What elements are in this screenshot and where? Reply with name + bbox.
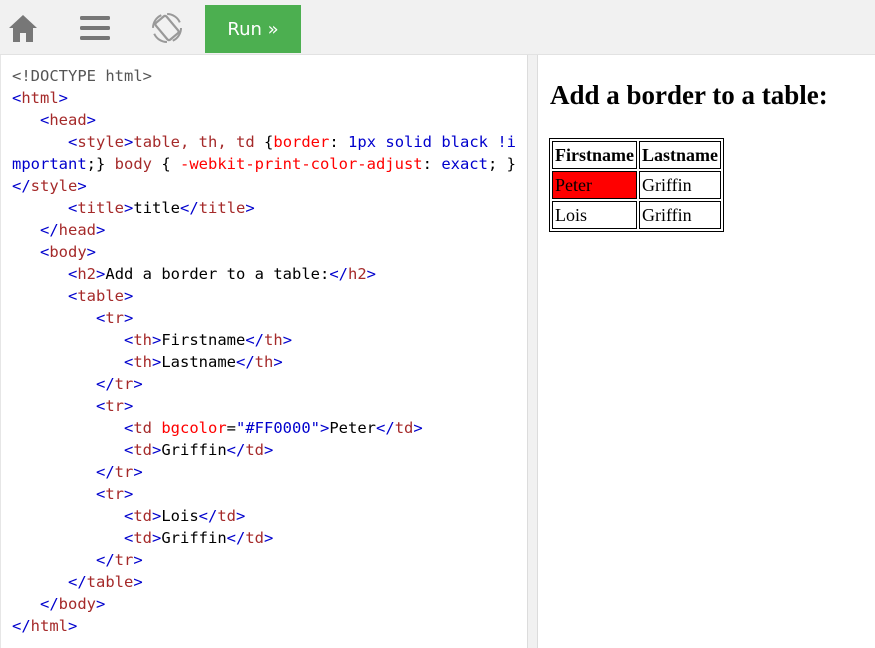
header-firstname: Firstname [552, 141, 637, 169]
code-td4-text: Griffin [161, 529, 227, 547]
code-bgcolor-value: "#FF0000" [236, 419, 320, 437]
code-th2-text: Lastname [161, 353, 236, 371]
code-text[interactable]: <!DOCTYPE html> <html> <head> <style>tab… [1, 55, 527, 637]
code-title-text: title [133, 199, 181, 217]
code-h2-text: Add a border to a table: [105, 265, 330, 283]
toolbar: Run » [0, 0, 875, 55]
header-lastname: Lastname [638, 141, 721, 169]
code-doctype: <!DOCTYPE html> [12, 67, 152, 85]
home-icon[interactable] [6, 11, 40, 45]
cell-lastname: Griffin [638, 171, 721, 199]
code-td1-text: Peter [329, 419, 377, 437]
table-header-row: Firstname Lastname [552, 141, 721, 169]
code-td3-text: Lois [161, 507, 199, 525]
code-editor[interactable]: <!DOCTYPE html> <html> <head> <style>tab… [0, 55, 527, 648]
result-table: Firstname Lastname Peter Griffin Lois Gr… [549, 138, 724, 232]
rotate-icon[interactable] [150, 11, 184, 45]
pane-resize-handle[interactable] [527, 55, 538, 648]
cell-lastname: Griffin [638, 201, 721, 229]
result-pane: Add a border to a table: Firstname Lastn… [538, 55, 875, 648]
cell-firstname: Lois [552, 201, 637, 229]
result-heading: Add a border to a table: [550, 80, 828, 110]
cell-firstname: Peter [552, 171, 637, 199]
table-row: Peter Griffin [552, 171, 721, 199]
run-button[interactable]: Run » [205, 5, 301, 53]
menu-icon[interactable] [78, 11, 112, 45]
table-row: Lois Griffin [552, 201, 721, 229]
code-td2-text: Griffin [161, 441, 227, 459]
code-th1-text: Firstname [161, 331, 246, 349]
